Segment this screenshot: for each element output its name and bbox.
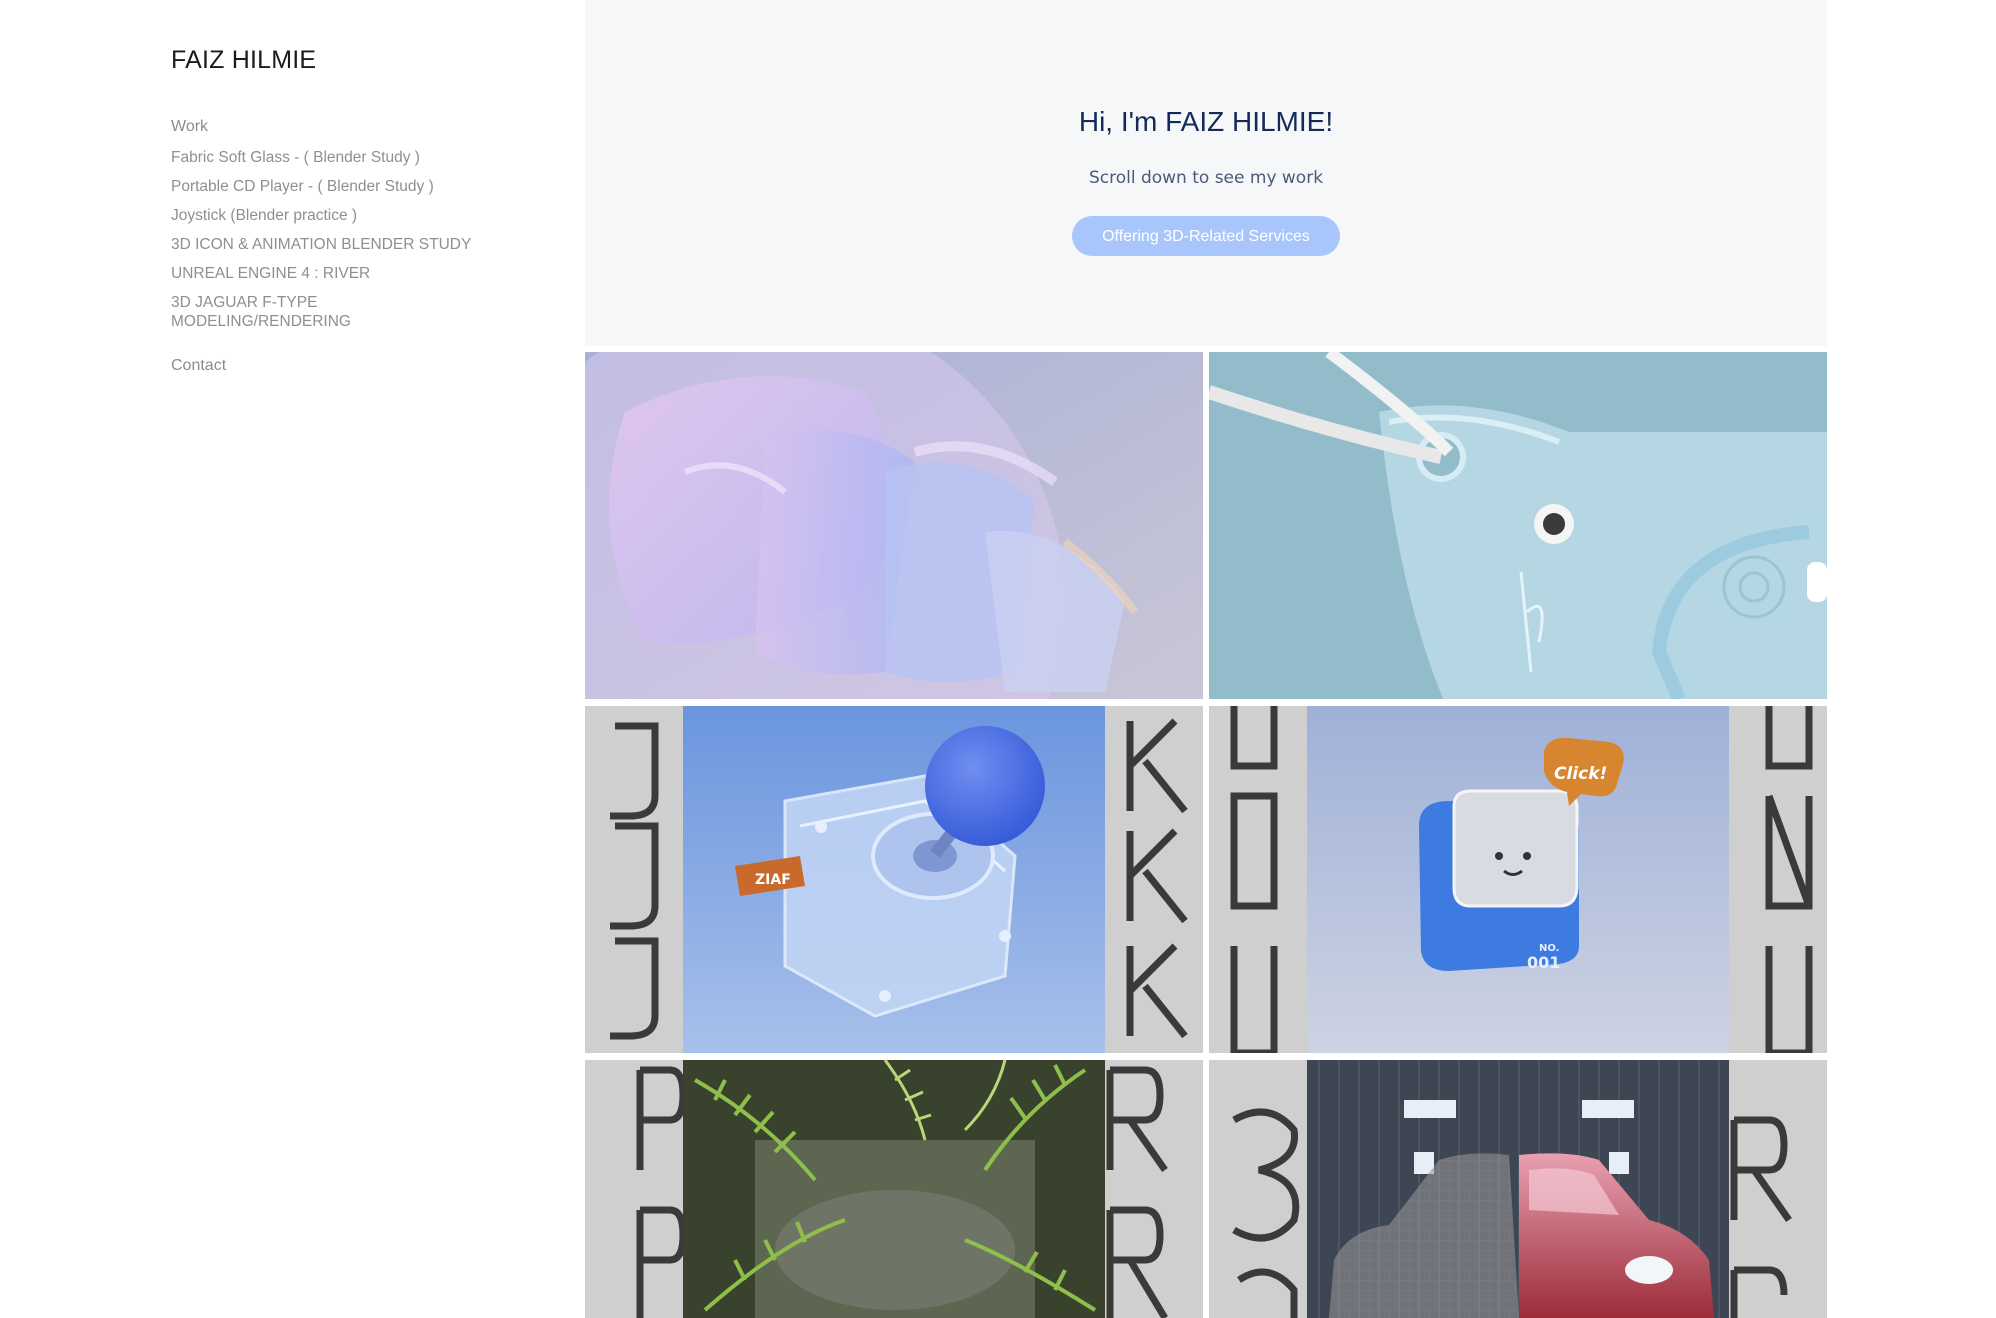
project-tile-3d-icon[interactable]: NO. 001 Click!: [1209, 706, 1827, 1053]
nav-project-unreal-river[interactable]: UNREAL ENGINE 4 : RIVER: [171, 264, 511, 283]
nav-work[interactable]: Work: [171, 118, 511, 136]
project-tile-portable-cd-player[interactable]: [1209, 352, 1827, 699]
nav-project-jaguar[interactable]: 3D JAGUAR F-TYPE MODELING/RENDERING: [171, 293, 491, 331]
3d-icon-image: NO. 001 Click!: [1209, 706, 1827, 1053]
nav-project-portable-cd-player[interactable]: Portable CD Player - ( Blender Study ): [171, 177, 511, 196]
site-title[interactable]: FAIZ HILMIE: [171, 46, 316, 75]
sidebar: FAIZ HILMIE Work Fabric Soft Glass - ( B…: [0, 0, 585, 1318]
nav-contact[interactable]: Contact: [171, 357, 511, 375]
services-button[interactable]: Offering 3D-Related Services: [1072, 216, 1340, 256]
hero-section: Hi, I'm FAIZ HILMIE! Scroll down to see …: [585, 0, 1827, 346]
icon-no-value: 001: [1527, 953, 1560, 972]
project-tile-joystick[interactable]: ZIAF: [585, 706, 1203, 1053]
main-nav: Work Fabric Soft Glass - ( Blender Study…: [171, 118, 511, 387]
project-tile-fabric-soft-glass[interactable]: [585, 352, 1203, 699]
nav-project-3d-icon-animation[interactable]: 3D ICON & ANIMATION BLENDER STUDY: [171, 235, 511, 254]
river-image: [585, 1060, 1203, 1318]
fabric-glass-image: [585, 352, 1203, 699]
nav-project-fabric-soft-glass[interactable]: Fabric Soft Glass - ( Blender Study ): [171, 148, 511, 167]
jaguar-image: [1209, 1060, 1827, 1318]
project-tile-jaguar[interactable]: [1209, 1060, 1827, 1318]
joystick-image: ZIAF: [585, 706, 1203, 1053]
project-tile-unreal-river[interactable]: [585, 1060, 1203, 1318]
cd-player-image: [1209, 352, 1827, 699]
hero-subtitle: Scroll down to see my work: [1088, 168, 1324, 188]
joystick-brand-text: ZIAF: [755, 872, 791, 888]
icon-bubble-text: Click!: [1554, 764, 1607, 784]
hero-heading: Hi, I'm FAIZ HILMIE!: [1078, 106, 1334, 137]
nav-project-joystick[interactable]: Joystick (Blender practice ): [171, 206, 511, 225]
